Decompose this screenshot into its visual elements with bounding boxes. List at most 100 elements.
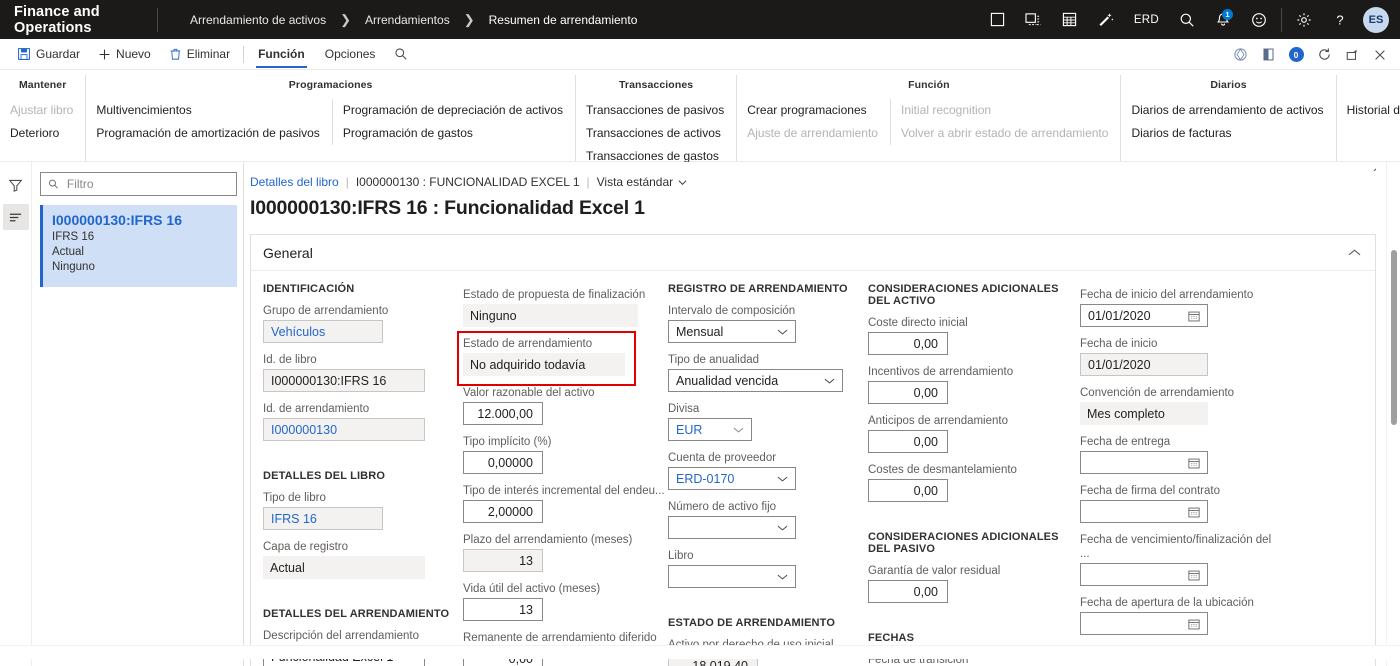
- numero-activo-fijo-select[interactable]: [668, 516, 796, 539]
- filter-box[interactable]: [40, 172, 237, 196]
- tab-opciones[interactable]: Opciones: [315, 39, 386, 70]
- libro-select[interactable]: [668, 565, 796, 588]
- action-pane-item[interactable]: Transacciones de pasivos: [576, 99, 736, 122]
- chevron-right-icon: ❯: [333, 13, 358, 26]
- notifications-badge-button[interactable]: 0: [1282, 39, 1310, 70]
- vertical-scrollbar[interactable]: [1386, 162, 1400, 666]
- garantia-input[interactable]: 0,00: [868, 580, 948, 603]
- list-item-layer: Actual: [52, 245, 237, 260]
- field-label: Tipo de anualidad: [668, 353, 868, 367]
- breadcrumb-item-module[interactable]: Arrendamiento de activos: [185, 10, 331, 30]
- id-arrendamiento-input[interactable]: I000000130: [263, 418, 425, 441]
- field-label: Estado de propuesta de finalización: [463, 288, 668, 302]
- id-libro-input[interactable]: I000000130:IFRS 16: [263, 369, 425, 392]
- duplicate-window-icon[interactable]: [1016, 0, 1052, 39]
- fasttab-collapse-icon[interactable]: [1348, 246, 1361, 260]
- field-label: Tipo de interés incremental del endeu...: [463, 484, 668, 498]
- command-search-button[interactable]: [385, 39, 417, 70]
- avatar[interactable]: ES: [1363, 7, 1389, 33]
- action-pane-item[interactable]: Programación de amortización de pasivos: [86, 122, 331, 145]
- tipo-interes-input[interactable]: 2,00000: [463, 500, 543, 523]
- top-navigation-bar: Finance and Operations Arrendamiento de …: [0, 0, 1400, 39]
- tipo-anualidad-select[interactable]: Anualidad vencida: [668, 369, 843, 392]
- action-pane-item[interactable]: Programación de depreciación de activos: [333, 99, 575, 122]
- filter-icon[interactable]: [3, 172, 29, 198]
- refresh-icon[interactable]: [1310, 39, 1338, 70]
- incentivos-input[interactable]: 0,00: [868, 381, 948, 404]
- field-label: Fecha de firma del contrato: [1080, 484, 1280, 498]
- field-label: Divisa: [668, 402, 868, 416]
- delete-button[interactable]: Eliminar: [160, 39, 239, 70]
- action-pane-group: DiariosDiarios de arrendamiento de activ…: [1120, 75, 1335, 161]
- tipo-implicito-input[interactable]: 0,00000: [463, 451, 543, 474]
- top-navigation-actions: ERD 1 ? ES: [980, 0, 1400, 39]
- action-pane-item[interactable]: Multivencimientos: [86, 99, 331, 122]
- share-icon[interactable]: [1226, 39, 1254, 70]
- grupo-arrendamiento-input[interactable]: Vehículos: [263, 320, 383, 343]
- close-icon[interactable]: [1366, 39, 1394, 70]
- fecha-entrega-input[interactable]: [1080, 451, 1208, 474]
- scrollbar-thumb[interactable]: [1391, 250, 1397, 425]
- popout-window-icon[interactable]: [1338, 39, 1366, 70]
- filter-input[interactable]: [65, 176, 229, 192]
- vida-util-input[interactable]: 13: [463, 598, 543, 621]
- list-item[interactable]: I000000130:IFRS 16 IFRS 16 Actual Ningun…: [40, 205, 237, 287]
- form-column-registro: Registro de arrendamiento Intervalo de c…: [668, 281, 868, 666]
- new-button[interactable]: Nuevo: [89, 39, 160, 70]
- fasttab-general: General Identificación Grupo de arrendam…: [250, 234, 1376, 666]
- breadcrumb-item-page[interactable]: Resumen de arrendamiento: [484, 10, 643, 30]
- fecha-firma-input[interactable]: [1080, 500, 1208, 523]
- company-code[interactable]: ERD: [1124, 14, 1169, 26]
- list-view-icon[interactable]: [3, 204, 29, 230]
- costes-desmantelamiento-input[interactable]: 0,00: [868, 479, 948, 502]
- field-plazo-arrendamiento: Plazo del arrendamiento (meses) 13: [463, 533, 668, 572]
- fasttab-header[interactable]: General: [251, 235, 1375, 271]
- divisa-select[interactable]: EUR: [668, 418, 752, 441]
- search-icon[interactable]: [1169, 0, 1205, 39]
- action-pane-item[interactable]: Deterioro: [0, 122, 85, 145]
- help-question-icon[interactable]: ?: [1322, 0, 1358, 39]
- action-pane-item[interactable]: Historial de versiones de libro: [1337, 99, 1400, 122]
- fecha-vencimiento-input[interactable]: [1080, 563, 1208, 586]
- field-label: Intervalo de composición: [668, 304, 868, 318]
- field-id-arrendamiento: Id. de arrendamiento I000000130: [263, 402, 463, 441]
- calculator-icon[interactable]: [1052, 0, 1088, 39]
- action-pane-column: MultivencimientosProgramación de amortiz…: [86, 99, 331, 145]
- breadcrumb-item-group[interactable]: Arrendamientos: [360, 10, 455, 30]
- fecha-inicio-arrendamiento-input[interactable]: 01/01/2020: [1080, 304, 1208, 327]
- tab-funcion[interactable]: Función: [248, 39, 315, 70]
- settings-gear-icon[interactable]: [1286, 0, 1322, 39]
- field-fecha-firma-contrato: Fecha de firma del contrato: [1080, 484, 1280, 523]
- notifications-bell-icon[interactable]: 1: [1205, 0, 1241, 39]
- cuenta-proveedor-select[interactable]: ERD-0170: [668, 467, 796, 490]
- action-pane-item[interactable]: Programación de gastos: [333, 122, 575, 145]
- page-breadcrumb-link[interactable]: Detalles del libro: [250, 175, 339, 189]
- horizontal-scrollbar[interactable]: [0, 645, 1400, 659]
- field-label: Fecha de apertura de la ubicación: [1080, 596, 1280, 610]
- action-pane-item[interactable]: Transacciones de activos: [576, 122, 736, 145]
- stop-icon[interactable]: [980, 0, 1016, 39]
- plazo-arrendamiento-input[interactable]: 13: [463, 549, 543, 572]
- calendar-icon[interactable]: [1188, 506, 1200, 518]
- anticipos-input[interactable]: 0,00: [868, 430, 948, 453]
- magic-wand-icon[interactable]: [1088, 0, 1124, 39]
- feedback-smiley-icon[interactable]: [1241, 0, 1277, 39]
- action-pane-item[interactable]: Crear programaciones: [737, 99, 890, 122]
- field-label: Vida útil del activo (meses): [463, 582, 668, 596]
- coste-directo-input[interactable]: 0,00: [868, 332, 948, 355]
- calendar-icon[interactable]: [1188, 457, 1200, 469]
- section-heading-detalles-arrendamiento: Detalles del arrendamiento: [263, 608, 463, 620]
- attachments-icon[interactable]: [1254, 39, 1282, 70]
- section-heading-registro: Registro de arrendamiento: [668, 283, 868, 295]
- calendar-icon[interactable]: [1188, 618, 1200, 630]
- calendar-icon[interactable]: [1188, 569, 1200, 581]
- action-pane-item[interactable]: Diarios de arrendamiento de activos: [1121, 99, 1335, 122]
- fecha-apertura-input[interactable]: [1080, 612, 1208, 635]
- save-button[interactable]: Guardar: [8, 39, 89, 70]
- valor-razonable-input[interactable]: 12.000,00: [463, 402, 543, 425]
- intervalo-composicion-select[interactable]: Mensual: [668, 320, 796, 343]
- view-selector[interactable]: Vista estándar: [597, 175, 688, 189]
- action-pane-item[interactable]: Diarios de facturas: [1121, 122, 1335, 145]
- calendar-icon[interactable]: [1188, 310, 1200, 322]
- tipo-libro-input[interactable]: IFRS 16: [263, 507, 383, 530]
